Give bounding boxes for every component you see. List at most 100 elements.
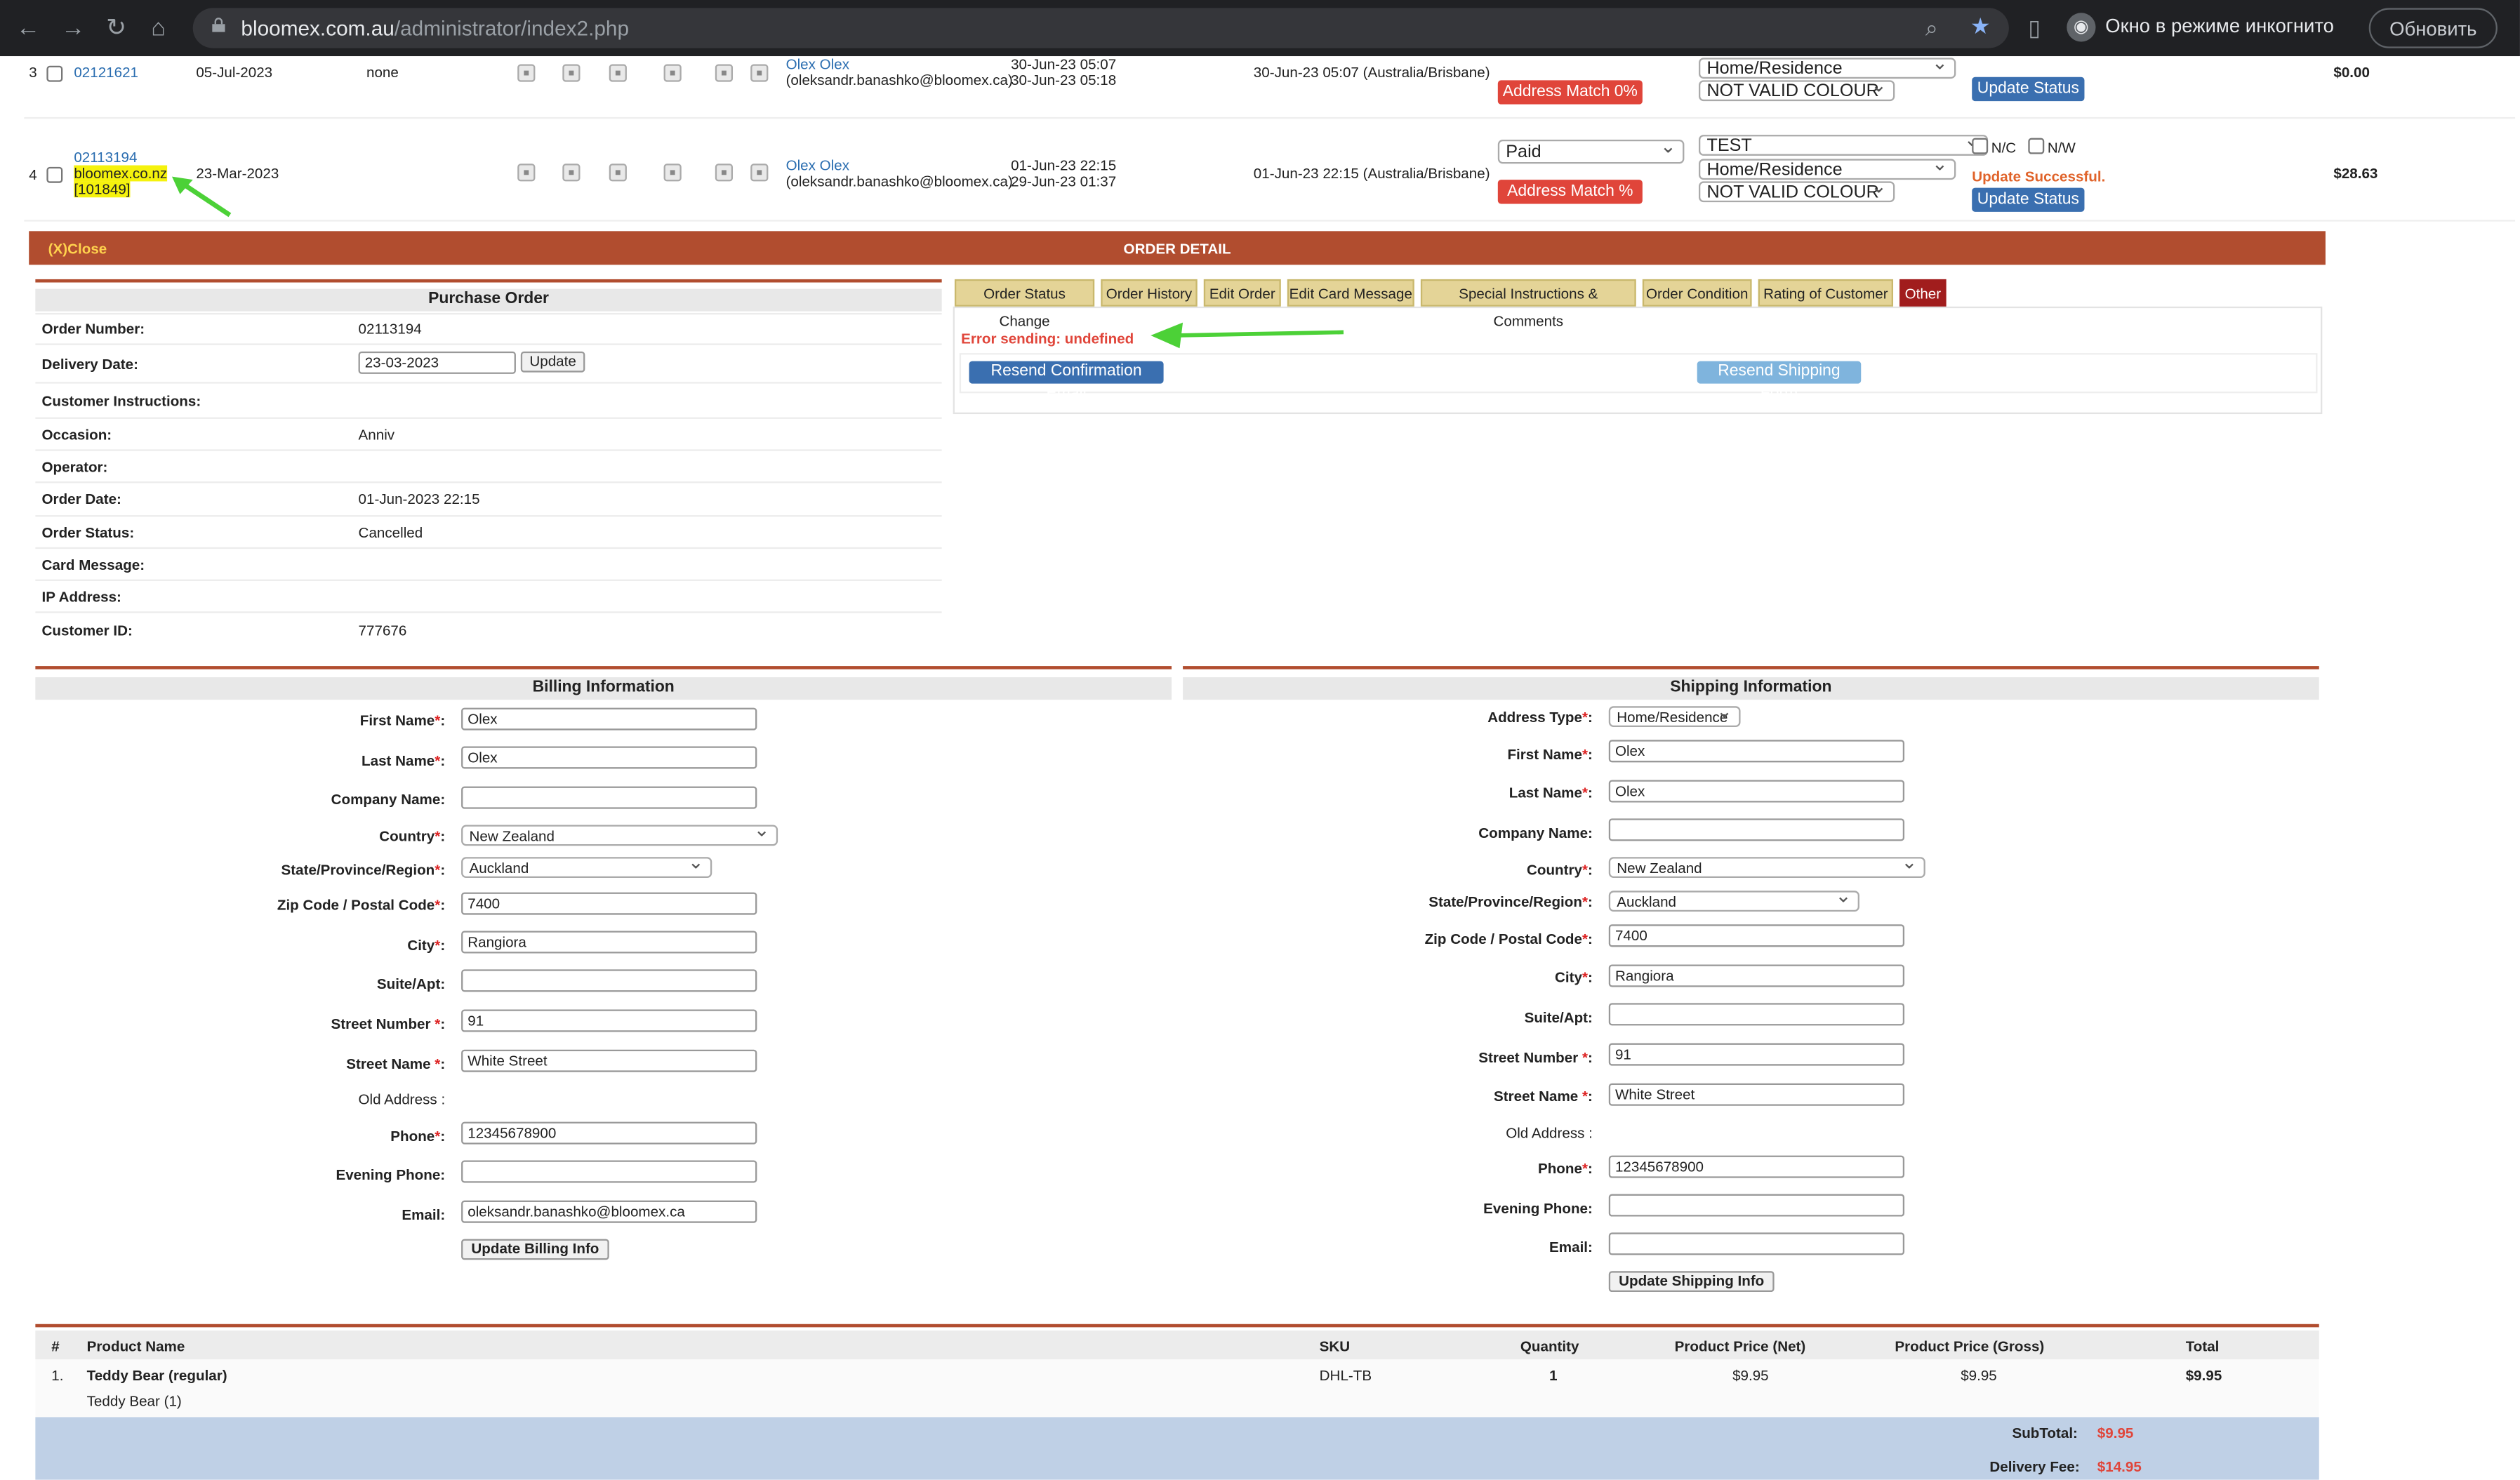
sidebar-icon[interactable]: ▯: [2028, 15, 2041, 41]
action-icon[interactable]: [517, 164, 536, 182]
update-billing-info-button[interactable]: Update Billing Info: [461, 1239, 609, 1260]
nc-label: N/C: [1991, 139, 2017, 156]
shipping-state-label: State/Province/Region*:: [1428, 893, 1593, 910]
back-icon[interactable]: ←: [16, 15, 40, 42]
shipping-panel: Shipping Information Address Type*: Home…: [1183, 666, 2319, 1302]
billing-evening-phone-input[interactable]: [461, 1160, 757, 1183]
timestamp-tz: 01-Jun-23 22:15 (Australia/Brisbane): [1253, 165, 1490, 182]
row-index: 4: [29, 166, 37, 183]
product-total: $9.95: [2185, 1367, 2222, 1384]
shipping-country-select[interactable]: New Zealand: [1608, 852, 1925, 878]
time-2: 29-Jun-23 01:37: [1011, 173, 1117, 189]
col-header: #: [51, 1338, 60, 1355]
action-icon[interactable]: [663, 164, 682, 182]
forward-icon[interactable]: →: [61, 15, 85, 42]
shipping-last-name-input[interactable]: Olex: [1608, 780, 1905, 803]
tab-other[interactable]: Other: [1899, 279, 1947, 307]
nc-checkbox[interactable]: [1972, 138, 1989, 154]
tab-order-condition[interactable]: Order Condition: [1642, 279, 1752, 307]
order-number-link[interactable]: 02121621: [74, 64, 138, 80]
tab-order-status-change[interactable]: Order Status Change: [954, 279, 1095, 329]
po-label: Delivery Date:: [41, 356, 138, 373]
billing-zip-input[interactable]: 7400: [461, 892, 757, 915]
search-icon[interactable]: ⌕: [1925, 15, 1938, 41]
action-icon[interactable]: [750, 164, 769, 182]
shipping-email-input[interactable]: [1608, 1232, 1905, 1255]
row-checkbox[interactable]: [46, 65, 63, 82]
billing-title: Billing Information: [35, 677, 1172, 700]
update-delivery-date-button[interactable]: Update: [520, 351, 585, 373]
product-qty: 1: [1549, 1367, 1558, 1384]
tab-rating-of-customer[interactable]: Rating of Customer: [1758, 279, 1894, 307]
delivery-date-input[interactable]: 23-03-2023: [358, 351, 516, 374]
action-icon[interactable]: [562, 64, 581, 82]
shipping-email-label: Email:: [1549, 1239, 1593, 1255]
billing-first-name-input[interactable]: Olex: [461, 707, 757, 731]
action-icon[interactable]: [715, 64, 734, 82]
billing-state-select[interactable]: Auckland: [461, 852, 712, 878]
order-number-link[interactable]: 02113194: [74, 149, 137, 166]
tab-edit-order[interactable]: Edit Order: [1203, 279, 1281, 307]
billing-street-name-label: Street Name *:: [346, 1055, 446, 1072]
shipping-first-name-input[interactable]: Olex: [1608, 740, 1905, 763]
reload-icon[interactable]: ↻: [106, 15, 126, 42]
update-shipping-info-button[interactable]: Update Shipping Info: [1608, 1271, 1775, 1293]
address-bar[interactable]: bloomex.com.au/administrator/index2.php …: [192, 8, 2009, 48]
action-icon[interactable]: [663, 64, 682, 82]
customer-name-link[interactable]: Olex Olex: [786, 157, 849, 173]
update-browser-button[interactable]: Обновить: [2368, 8, 2498, 48]
tab-special-instructions[interactable]: Special Instructions & Comments: [1420, 279, 1636, 329]
shipping-street-number-input[interactable]: 91: [1608, 1043, 1905, 1066]
col-header: SKU: [1319, 1338, 1351, 1355]
action-icon[interactable]: [517, 64, 536, 82]
col-header: Product Name: [86, 1338, 185, 1355]
customer-name-link[interactable]: Olex Olex: [786, 56, 849, 72]
billing-street-name-input[interactable]: White Street: [461, 1049, 757, 1072]
star-icon[interactable]: ★: [1970, 13, 1991, 39]
shipping-street-name-input[interactable]: White Street: [1608, 1083, 1905, 1106]
shipping-street-name-label: Street Name *:: [1493, 1088, 1593, 1105]
billing-city-input[interactable]: Rangiora: [461, 931, 757, 954]
action-icon[interactable]: [715, 164, 734, 182]
billing-last-name-input[interactable]: Olex: [461, 746, 757, 769]
shipping-suite-input[interactable]: [1608, 1003, 1905, 1026]
address-type-select[interactable]: Home/Residence: [1699, 154, 1956, 180]
product-subitem: Teddy Bear (1): [86, 1393, 182, 1409]
colour-select[interactable]: NOT VALID COLOUR: [1699, 177, 1895, 203]
update-status-button[interactable]: Update Status: [1972, 76, 2085, 102]
shipping-address-type-select[interactable]: Home/Residence: [1608, 701, 1741, 728]
order-number-value: 02113194: [358, 321, 422, 338]
billing-email-input[interactable]: oleksandr.banashko@bloomex.ca: [461, 1200, 757, 1223]
row-checkbox[interactable]: [46, 166, 63, 183]
update-status-button[interactable]: Update Status: [1972, 187, 2085, 212]
shipping-phone-input[interactable]: 12345678900: [1608, 1155, 1905, 1178]
shipping-evening-phone-input[interactable]: [1608, 1194, 1905, 1217]
billing-suite-input[interactable]: [461, 969, 757, 992]
product-price-gross: $9.95: [1961, 1367, 1997, 1384]
colour-select[interactable]: NOT VALID COLOUR: [1699, 75, 1895, 102]
nw-checkbox[interactable]: [2028, 138, 2045, 154]
home-icon[interactable]: ⌂: [151, 15, 166, 42]
resend-confirmation-button[interactable]: Resend Confirmation Email: [969, 361, 1164, 403]
billing-evening-phone-label: Evening Phone:: [336, 1166, 446, 1183]
shipping-state-select[interactable]: Auckland: [1608, 886, 1859, 912]
action-icon[interactable]: [609, 64, 627, 82]
resend-shipping-button[interactable]: Resend Shipping Form: [1697, 361, 1862, 403]
billing-phone-input[interactable]: 12345678900: [461, 1121, 757, 1145]
shipping-zip-input[interactable]: 7400: [1608, 924, 1905, 947]
po-label: Customer ID:: [41, 622, 133, 639]
action-icon[interactable]: [609, 164, 627, 182]
action-icon[interactable]: [750, 64, 769, 82]
billing-company-input[interactable]: [461, 786, 757, 809]
action-icon[interactable]: [562, 164, 581, 182]
payment-select[interactable]: Paid: [1497, 135, 1685, 164]
billing-street-number-input[interactable]: 91: [461, 1009, 757, 1032]
tab-order-history[interactable]: Order History: [1101, 279, 1198, 307]
shipping-company-input[interactable]: [1608, 818, 1905, 841]
tab-edit-card-message[interactable]: Edit Card Message: [1287, 279, 1414, 307]
shipping-city-input[interactable]: Rangiora: [1608, 964, 1905, 987]
address-type-select[interactable]: Home/Residence: [1699, 53, 1956, 79]
incognito-indicator[interactable]: ◉ Окно в режиме инкогнито: [2067, 13, 2334, 42]
billing-country-select[interactable]: New Zealand: [461, 820, 778, 846]
order-total: $28.63: [2333, 165, 2378, 182]
